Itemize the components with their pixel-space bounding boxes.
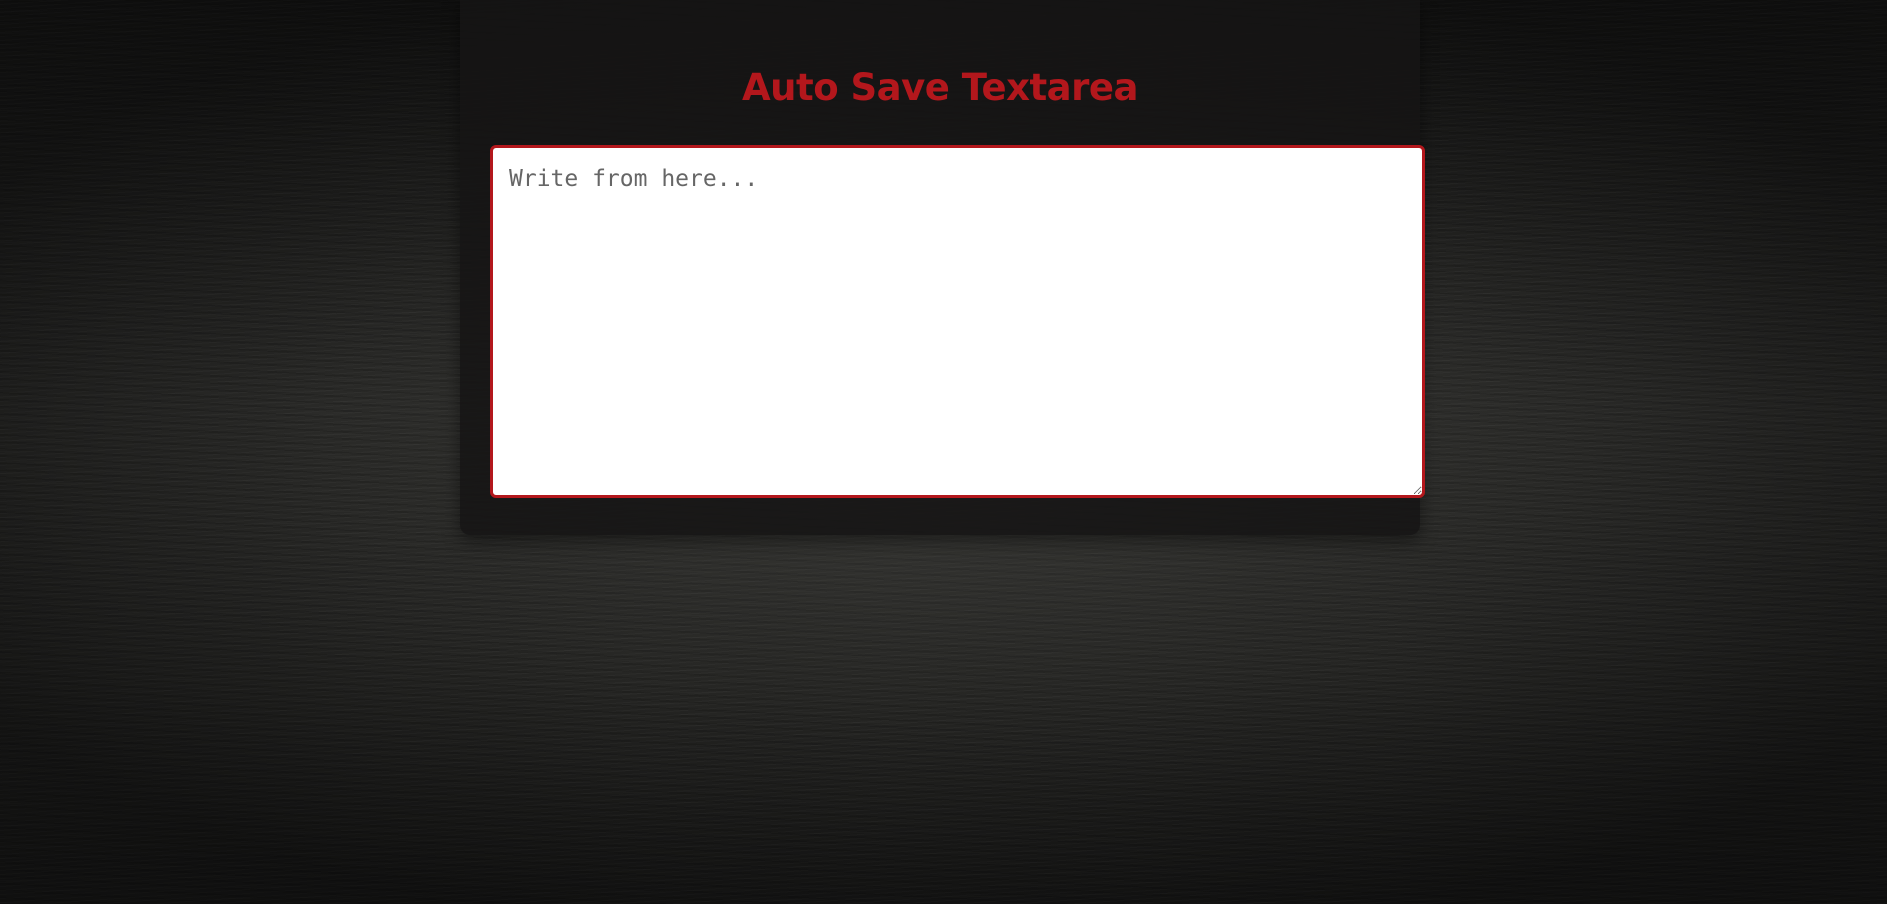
auto-save-textarea[interactable] <box>490 145 1425 498</box>
editor-card: Auto Save Textarea <box>460 0 1425 535</box>
page-title: Auto Save Textarea <box>742 66 1138 109</box>
